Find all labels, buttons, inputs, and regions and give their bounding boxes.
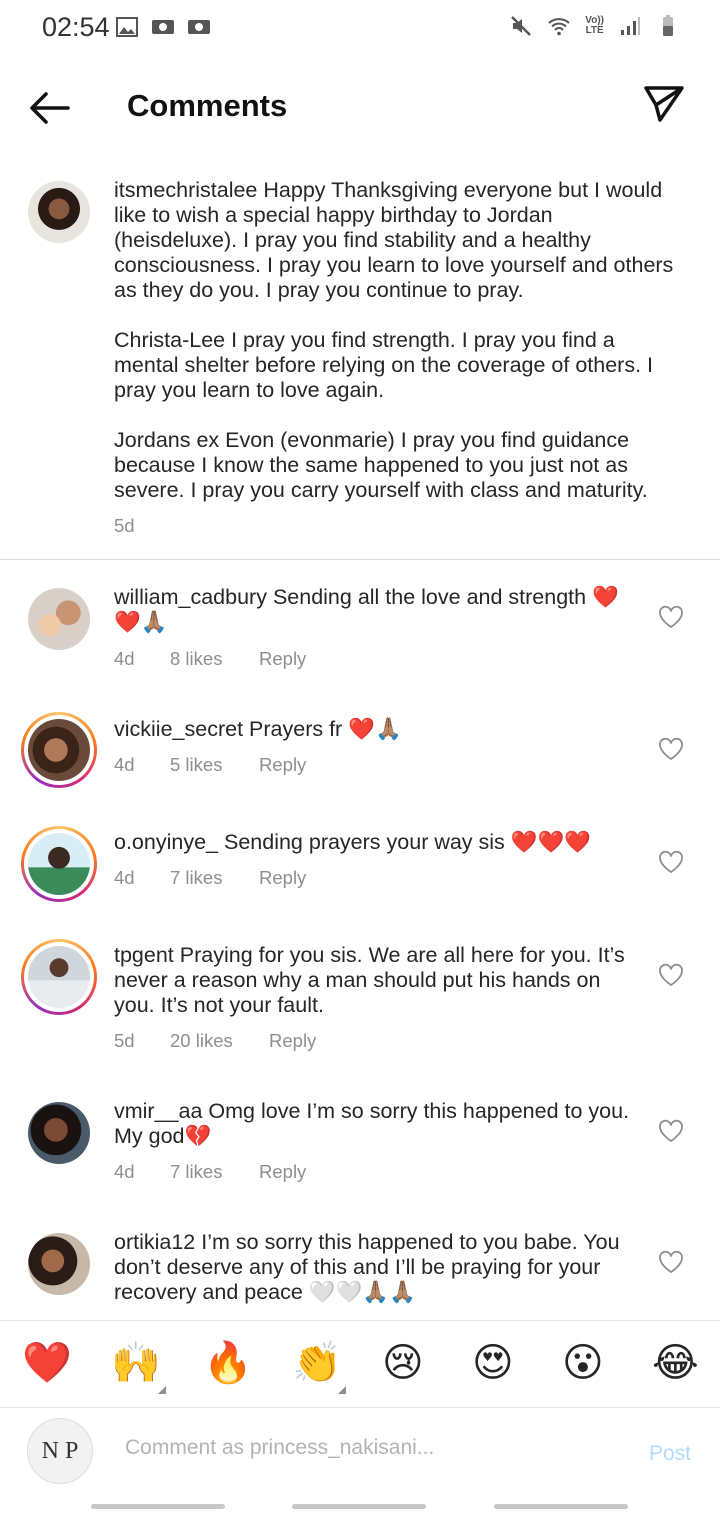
- heart-outline-icon[interactable]: [658, 850, 684, 874]
- comment-text: o.onyinye_ Sending prayers your way sis …: [114, 830, 592, 854]
- header: Comments: [0, 60, 720, 150]
- system-nav-bar: [0, 1496, 720, 1520]
- reply-button[interactable]: Reply: [259, 867, 306, 889]
- skin-tone-indicator: [338, 1386, 346, 1394]
- caption-username[interactable]: itsmechristalee: [114, 178, 257, 202]
- comment-avatar[interactable]: [28, 588, 90, 650]
- comment-time: 4d: [114, 648, 135, 669]
- comment-text: vmir__aa Omg love I’m so sorry this happ…: [114, 1099, 630, 1148]
- caption-text: itsmechristalee Happy Thanksgiving every…: [114, 178, 674, 502]
- comment-username[interactable]: ortikia12: [114, 1230, 195, 1254]
- system-icons: Vo)) LTE: [509, 14, 680, 38]
- comment-likes[interactable]: 7 likes: [170, 1161, 259, 1183]
- comment-avatar[interactable]: [28, 946, 90, 1008]
- reply-button[interactable]: Reply: [259, 754, 306, 776]
- comment-meta: 4d 7 likes Reply: [114, 867, 306, 889]
- post-button[interactable]: Post: [649, 1442, 691, 1466]
- comment-likes[interactable]: 7 likes: [170, 867, 259, 889]
- caption-time: 5d: [114, 515, 135, 536]
- comment-time: 4d: [114, 1161, 135, 1182]
- comment-avatar[interactable]: [28, 1102, 90, 1164]
- comment-time: 4d: [114, 754, 135, 775]
- comment-text: tpgent Praying for you sis. We are all h…: [114, 943, 625, 1017]
- story-ring[interactable]: [21, 826, 97, 902]
- emoji-raising-hands[interactable]: 🙌: [111, 1341, 161, 1385]
- back-arrow-icon[interactable]: [26, 88, 72, 128]
- notification-icons: [115, 15, 211, 39]
- comment-text: ortikia12 I’m so sorry this happened to …: [114, 1230, 620, 1304]
- comment-username[interactable]: o.onyinye_: [114, 830, 218, 854]
- skin-tone-indicator: [158, 1386, 166, 1394]
- signal-icon: [621, 17, 640, 35]
- caption-meta: 5d: [114, 515, 135, 537]
- story-ring[interactable]: [21, 712, 97, 788]
- nav-back-button[interactable]: [494, 1504, 628, 1509]
- battery-icon: [663, 15, 673, 36]
- heart-outline-icon[interactable]: [658, 737, 684, 761]
- gallery-icon: [116, 17, 138, 37]
- comment-meta: 4d 5 likes Reply: [114, 754, 306, 776]
- story-ring[interactable]: [21, 939, 97, 1015]
- comment-meta: 4d 8 likes Reply: [114, 648, 306, 670]
- comment-input[interactable]: [125, 1436, 565, 1460]
- nav-recents-button[interactable]: [91, 1504, 225, 1509]
- emoji-clapping[interactable]: 👏: [292, 1341, 342, 1385]
- page-title: Comments: [127, 88, 288, 123]
- emoji-heart-eyes[interactable]: 😍: [472, 1341, 514, 1385]
- comment-text: vickiie_secret Prayers fr ❤️🙏🏽: [114, 717, 402, 741]
- comment-username[interactable]: william_cadbury: [114, 585, 267, 609]
- heart-outline-icon[interactable]: [658, 963, 684, 987]
- direct-message-icon[interactable]: [642, 82, 686, 126]
- heart-outline-icon[interactable]: [658, 1119, 684, 1143]
- nav-home-button[interactable]: [292, 1504, 426, 1509]
- emoji-heart[interactable]: ❤️: [22, 1341, 72, 1385]
- heart-outline-icon[interactable]: [658, 605, 684, 629]
- comment-avatar[interactable]: [28, 719, 90, 781]
- mute-icon: [511, 16, 532, 36]
- emoji-laughing[interactable]: 😂: [652, 1341, 699, 1385]
- reply-button[interactable]: Reply: [259, 648, 306, 670]
- comment-time: 4d: [114, 867, 135, 888]
- caption-paragraph: Christa-Lee I pray you find strength. I …: [114, 328, 654, 402]
- volte-indicator: Vo)) LTE: [585, 15, 604, 36]
- comment-meta: 4d 7 likes Reply: [114, 1161, 306, 1183]
- comment-likes[interactable]: 20 likes: [170, 1030, 269, 1052]
- caption-paragraph: Jordans ex Evon (evonmarie) I pray you f…: [114, 428, 648, 502]
- emoji-surprised[interactable]: 😮: [562, 1341, 604, 1385]
- comment-username[interactable]: tpgent: [114, 943, 174, 967]
- comment-likes[interactable]: 5 likes: [170, 754, 259, 776]
- emoji-crying[interactable]: 😢: [382, 1341, 424, 1385]
- comment-username[interactable]: vickiie_secret: [114, 717, 243, 741]
- emoji-fire[interactable]: 🔥: [203, 1341, 253, 1385]
- comment-text: william_cadbury Sending all the love and…: [114, 585, 619, 634]
- comment-likes[interactable]: 8 likes: [170, 648, 259, 670]
- comment-avatar[interactable]: [28, 833, 90, 895]
- heart-outline-icon[interactable]: [658, 1250, 684, 1274]
- comment-meta: 5d 20 likes Reply: [114, 1030, 316, 1052]
- status-bar: 02:54 Vo)) LTE: [0, 0, 720, 56]
- comment-time: 5d: [114, 1030, 135, 1051]
- emoji-quick-bar: ❤️ 🙌 🔥 👏 😢 😍 😮 😂: [0, 1320, 720, 1408]
- money-icon: [188, 20, 210, 34]
- status-time: 02:54: [42, 12, 110, 42]
- money-icon: [152, 20, 174, 34]
- wifi-icon: [548, 18, 570, 36]
- comment-username[interactable]: vmir__aa: [114, 1099, 202, 1123]
- comment-avatar[interactable]: [28, 1233, 90, 1295]
- divider: [0, 559, 720, 560]
- comment-composer: N P Post: [0, 1408, 720, 1498]
- reply-button[interactable]: Reply: [269, 1030, 316, 1052]
- my-avatar: N P: [27, 1418, 93, 1484]
- reply-button[interactable]: Reply: [259, 1161, 306, 1183]
- caption-avatar[interactable]: [28, 181, 90, 243]
